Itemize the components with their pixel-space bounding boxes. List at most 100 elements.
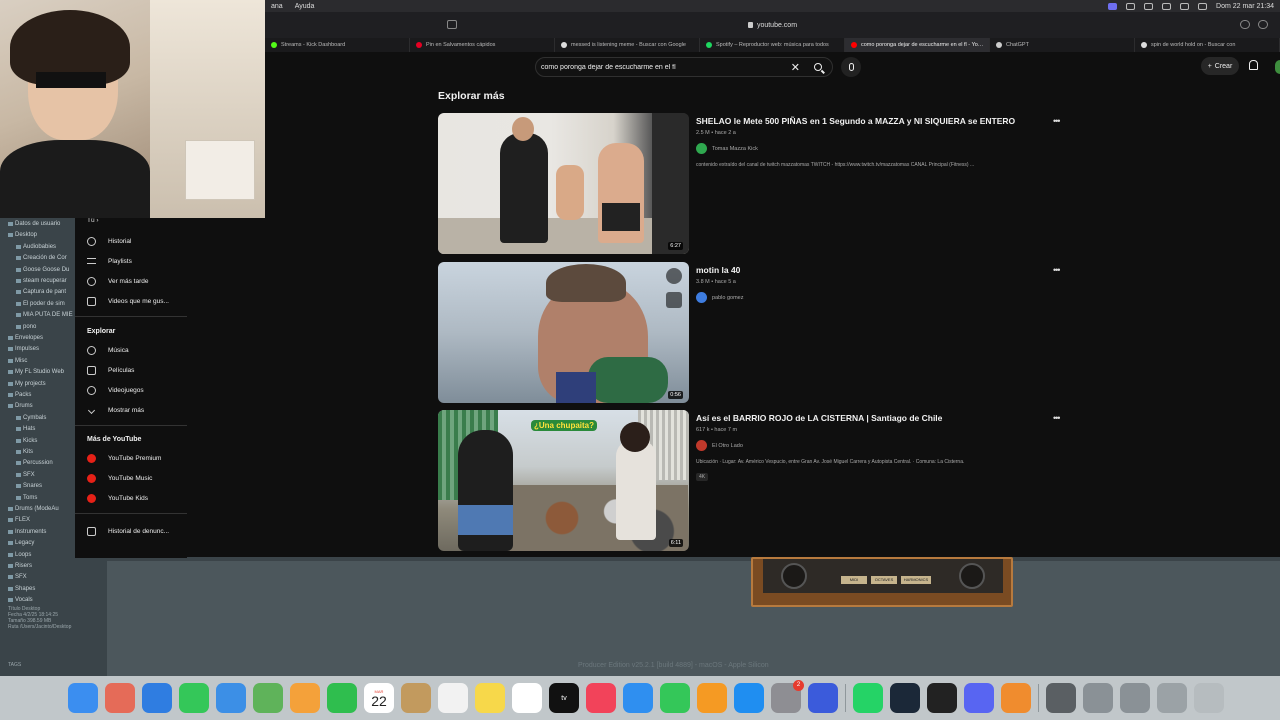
fl-plugin-knob-left[interactable] (781, 563, 807, 589)
system-settings-icon[interactable]: 2 (771, 680, 804, 713)
fl-browser-item[interactable]: Hats (16, 426, 35, 432)
screen-record-icon[interactable] (1108, 2, 1118, 10)
video-result[interactable]: 0:56 motin la 40 3.8 M • hace 5 a pablo … (438, 262, 1061, 404)
whatsapp-icon[interactable] (853, 683, 883, 713)
pages-icon[interactable] (697, 683, 727, 713)
fl-browser-item[interactable]: Kits (16, 449, 33, 455)
fl-browser-item[interactable]: My FL Studio Web (8, 369, 64, 375)
sidebar-item-watch-later[interactable]: Ver más tarde (87, 274, 148, 288)
freeform-icon[interactable] (512, 683, 542, 713)
tab-kick[interactable]: Streams - Kick Dashboard (265, 38, 410, 52)
trash-icon[interactable] (1194, 683, 1224, 713)
keynote-icon[interactable] (623, 683, 653, 713)
fl-plugin-octaves-button[interactable]: OCTAVES (871, 576, 897, 584)
numbers-icon[interactable] (660, 683, 690, 713)
fl-browser-item[interactable]: MIA PUTA DE MIE (16, 312, 73, 318)
calendar-icon[interactable]: MAR 22 (364, 683, 394, 713)
fl-browser-item[interactable]: SFX (8, 574, 27, 580)
voice-search-button[interactable] (841, 57, 861, 77)
video-result[interactable]: 6:27 SHELAO le Mete 500 PIÑAS en 1 Segun… (438, 113, 1061, 255)
sidebar-item-gaming[interactable]: Videojuegos (87, 383, 144, 397)
apple-tv-icon[interactable]: tv (549, 683, 579, 713)
fl-plugin-harmonics-button[interactable]: HARMONICS (901, 576, 931, 584)
fl-browser-item[interactable]: Captura de pant (16, 289, 66, 295)
spotlight-icon[interactable] (1198, 2, 1208, 10)
sidebar-item-playlists[interactable]: Playlists (87, 254, 132, 268)
address-bar[interactable]: youtube.com (747, 22, 797, 29)
fl-browser-item[interactable]: SFX (16, 472, 35, 478)
fl-browser-item[interactable]: Shapes (8, 586, 35, 592)
fl-plugin-window[interactable]: MIDI OCTAVES HARMONICS (751, 557, 1013, 607)
menu-item-help[interactable]: Ayuda (295, 3, 315, 10)
sidebar-item-history[interactable]: Historial (87, 234, 131, 248)
menubar-clock[interactable]: Dom 22 mar 21:34 (1216, 3, 1274, 10)
fl-plugin-midi-button[interactable]: MIDI (841, 576, 867, 584)
notifications-bell-icon[interactable] (1249, 60, 1258, 70)
sidebar-item-movies[interactable]: Películas (87, 363, 134, 377)
status-icon-b[interactable] (1144, 2, 1154, 10)
fl-browser-item[interactable]: Envelopes (8, 335, 43, 341)
fl-browser-item[interactable]: Drums (ModeAu (8, 506, 59, 512)
app-store-icon[interactable] (734, 683, 764, 713)
menu-item-app[interactable]: ana (271, 3, 283, 10)
fl-browser-item[interactable]: FLEX (8, 517, 30, 523)
tab-google[interactable]: messed is listening meme - Buscar con Go… (555, 38, 700, 52)
window-preview-icon[interactable] (1083, 683, 1113, 713)
video-title[interactable]: SHELAO le Mete 500 PIÑAS en 1 Segundo a … (696, 116, 1056, 126)
discord-icon[interactable] (964, 683, 994, 713)
notes-icon[interactable] (475, 683, 505, 713)
wifi-icon[interactable] (1162, 2, 1172, 10)
app-icon[interactable] (808, 683, 838, 713)
tab-chatgpt[interactable]: ChatGPT (990, 38, 1135, 52)
captions-icon[interactable] (666, 292, 682, 308)
facetime-icon[interactable] (327, 683, 357, 713)
fl-studio-icon[interactable] (1001, 683, 1031, 713)
clear-search-icon[interactable]: ✕ (791, 61, 800, 74)
window-preview-icon[interactable] (1120, 683, 1150, 713)
more-actions-icon[interactable]: ••• (1053, 265, 1061, 275)
sidebar-item-show-more[interactable]: Mostrar más (87, 403, 144, 417)
fl-browser-item[interactable]: steam recuperar (16, 278, 67, 284)
sidebar-item-music[interactable]: Música (87, 343, 129, 357)
fl-browser-item[interactable]: Creación de Cor (16, 255, 67, 261)
fl-browser-item[interactable]: Vocals (8, 597, 33, 603)
fl-browser-item[interactable]: Cymbals (16, 415, 46, 421)
fl-browser-item[interactable]: Legacy (8, 540, 34, 546)
fl-browser-item[interactable]: Loops (8, 552, 31, 558)
video-result[interactable]: ¿Una chupaita? 6:11 Así es el BARRIO ROJ… (438, 410, 1061, 552)
fl-browser-item[interactable]: Drums (8, 403, 33, 409)
fl-browser-item[interactable]: Percussion (16, 460, 53, 466)
avatar[interactable] (1275, 60, 1280, 74)
video-title[interactable]: motin la 40 (696, 265, 1056, 275)
fl-browser-item[interactable]: Goose Goose Du (16, 267, 69, 273)
share-icon[interactable] (1258, 20, 1268, 29)
messages-icon[interactable] (179, 683, 209, 713)
safari-icon[interactable] (142, 683, 172, 713)
fl-browser-item[interactable]: El poder de sim (16, 301, 65, 307)
tab-spotify[interactable]: Spotify – Reproductor web: música para t… (700, 38, 845, 52)
downloads-icon[interactable] (1157, 683, 1187, 713)
sidebar-item-liked[interactable]: Videos que me gus... (87, 294, 169, 308)
sidebar-item-yt-music[interactable]: YouTube Music (87, 471, 152, 485)
fl-browser-item[interactable]: pono (16, 324, 36, 330)
fl-browser-tags[interactable]: TAGS (8, 662, 21, 668)
obs-icon[interactable] (927, 683, 957, 713)
search-button[interactable] (808, 60, 828, 74)
fl-browser-item[interactable]: Packs (8, 392, 31, 398)
tab-google-2[interactable]: spin de world hold on - Buscar con (1135, 38, 1280, 52)
search-input[interactable] (541, 63, 791, 71)
finder-icon[interactable] (68, 683, 98, 713)
launchpad-icon[interactable] (105, 683, 135, 713)
more-actions-icon[interactable]: ••• (1053, 413, 1061, 423)
window-preview-icon[interactable] (1046, 683, 1076, 713)
maps-icon[interactable] (253, 683, 283, 713)
video-thumbnail[interactable]: 6:27 (438, 113, 689, 254)
sidebar-item-premium[interactable]: YouTube Premium (87, 451, 161, 465)
video-thumbnail[interactable]: 0:56 (438, 262, 689, 403)
channel-link[interactable]: pablo gomez (696, 292, 1056, 303)
fl-browser-item[interactable]: Instruments (8, 529, 46, 535)
photos-icon[interactable] (290, 683, 320, 713)
fl-browser-item[interactable]: Risers (8, 563, 32, 569)
sidebar-item-kids[interactable]: YouTube Kids (87, 491, 148, 505)
search-box[interactable]: ✕ (535, 57, 833, 77)
